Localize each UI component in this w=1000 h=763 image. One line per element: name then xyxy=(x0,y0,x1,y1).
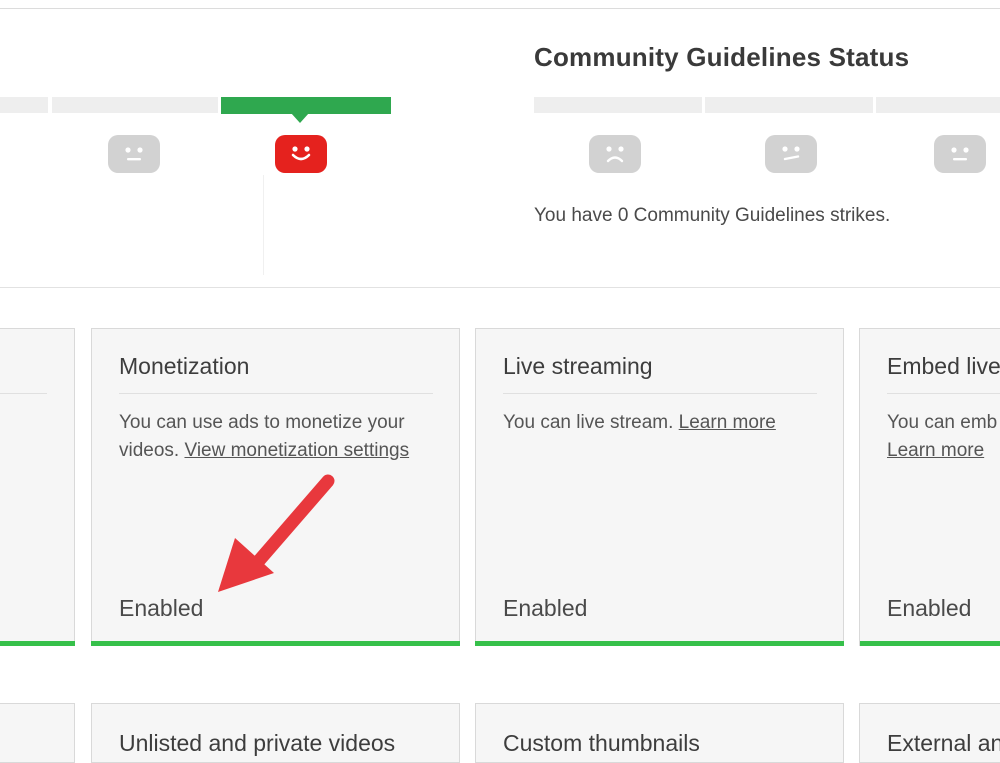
feature-card-custom-thumbnails: Custom thumbnails xyxy=(475,703,844,763)
strike-segment xyxy=(705,97,873,113)
card-title: Monetization xyxy=(119,353,250,379)
card-divider xyxy=(503,393,817,394)
feature-card-cropped xyxy=(0,328,75,646)
card-title: Live streaming xyxy=(503,353,653,379)
enabled-bar xyxy=(91,641,460,646)
skeptical-face-icon xyxy=(765,135,817,173)
learn-more-link[interactable]: Learn more xyxy=(679,412,776,433)
card-divider xyxy=(887,393,1000,394)
strikes-text: You have 0 Community Guidelines strikes. xyxy=(534,205,891,226)
top-divider xyxy=(0,8,1000,9)
enabled-bar xyxy=(0,641,75,646)
enabled-bar xyxy=(475,641,844,646)
feature-card-external: External an xyxy=(859,703,1000,763)
status-segment-active xyxy=(221,97,391,114)
description-text: You can emb xyxy=(887,412,998,433)
neutral-face-icon xyxy=(108,135,160,173)
card-title: Embed live xyxy=(887,353,1000,379)
card-divider xyxy=(0,393,47,394)
card-title: Custom thumbnails xyxy=(503,730,700,756)
feature-card-embed-live: Embed live You can emb Learn more Enabled xyxy=(859,328,1000,646)
card-title: Unlisted and private videos xyxy=(119,730,396,756)
learn-more-link[interactable]: Learn more xyxy=(887,440,984,461)
community-guidelines-title: Community Guidelines Status xyxy=(534,42,910,72)
description-text: You can live stream. xyxy=(503,412,679,433)
card-description: You can live stream. Learn more xyxy=(503,409,823,437)
sad-face-icon xyxy=(589,135,641,173)
active-pointer xyxy=(291,113,309,123)
status-label: Enabled xyxy=(887,595,972,621)
status-label: Enabled xyxy=(503,595,588,621)
section-divider xyxy=(0,287,1000,288)
card-divider xyxy=(119,393,433,394)
feature-card-cropped xyxy=(0,703,75,763)
neutral-face-icon xyxy=(934,135,986,173)
feature-card-live-streaming: Live streaming You can live stream. Lear… xyxy=(475,328,844,646)
card-description: You can use ads to monetize your videos.… xyxy=(119,409,439,465)
column-divider xyxy=(263,175,264,275)
strike-segment xyxy=(876,97,1000,113)
status-segment xyxy=(0,97,48,113)
feature-card-unlisted: Unlisted and private videos xyxy=(91,703,460,763)
enabled-bar xyxy=(860,641,1000,646)
strike-segment xyxy=(534,97,702,113)
card-title: External an xyxy=(887,730,1000,756)
status-label: Enabled xyxy=(119,595,204,621)
annotation-arrow-icon xyxy=(218,474,335,592)
status-segment xyxy=(52,97,218,113)
view-monetization-settings-link[interactable]: View monetization settings xyxy=(184,440,409,461)
card-description: You can emb Learn more xyxy=(887,409,1000,465)
happy-face-icon xyxy=(275,135,327,173)
